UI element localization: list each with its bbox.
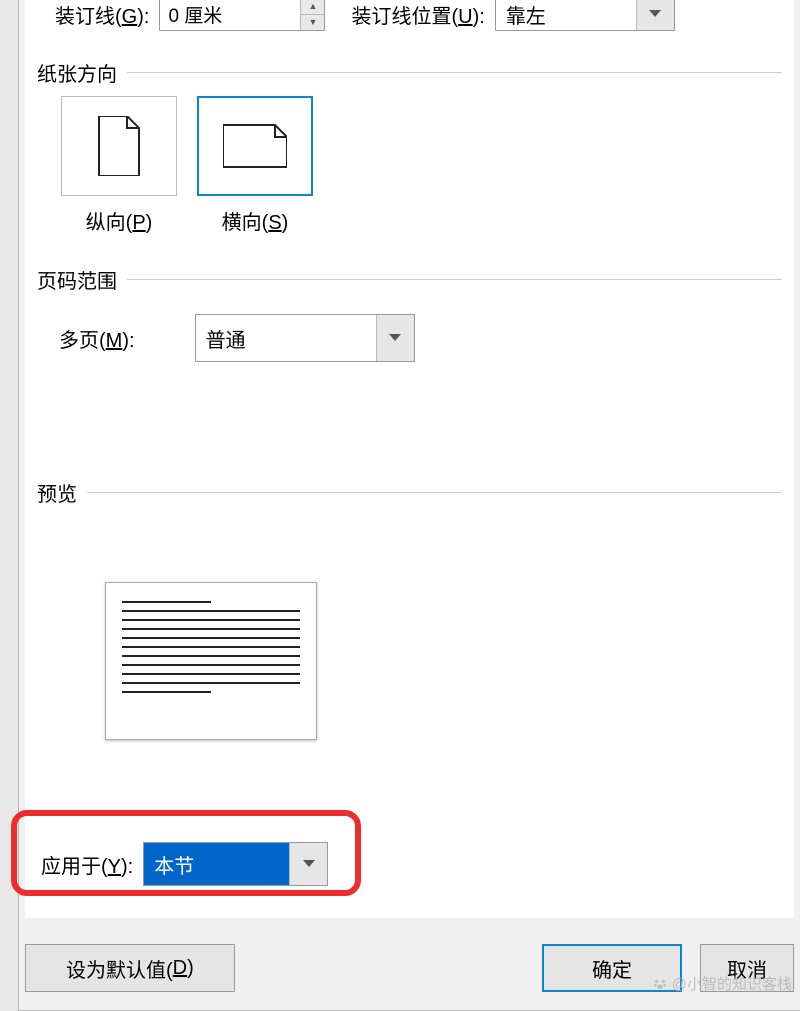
set-default-button[interactable]: 设为默认值(D) — [25, 944, 235, 992]
apply-to-combo[interactable]: 本节 — [143, 842, 328, 886]
gutter-input[interactable] — [160, 0, 300, 30]
divider — [127, 72, 782, 73]
preview-line — [122, 619, 300, 621]
ok-button[interactable]: 确定 — [542, 944, 682, 992]
apply-to-value: 本节 — [144, 843, 289, 885]
gutter-position-label: 装订线位置(U): — [351, 0, 484, 29]
multi-page-label: 多页(M): — [59, 324, 135, 353]
preview-line — [122, 682, 300, 684]
page-setup-dialog: 装订线(G): ▲ ▼ 装订线位置(U): 靠左 纸张方向 — [18, 0, 800, 1011]
gutter-position-value: 靠左 — [496, 0, 636, 30]
landscape-icon — [197, 96, 313, 196]
orientation-portrait[interactable]: 纵向(P) — [61, 96, 177, 235]
gutter-position-combo[interactable]: 靠左 — [495, 0, 675, 31]
divider — [87, 492, 782, 493]
apply-to-label: 应用于(Y): — [41, 850, 133, 879]
dialog-content: 装订线(G): ▲ ▼ 装订线位置(U): 靠左 纸张方向 — [25, 0, 794, 918]
multi-page-row: 多页(M): 普通 — [59, 314, 415, 362]
page-preview — [105, 582, 317, 740]
spinner-up-icon[interactable]: ▲ — [300, 0, 324, 14]
preview-line — [122, 628, 300, 630]
preview-line — [122, 655, 300, 657]
preview-section-header: 预览 — [37, 478, 782, 507]
chevron-down-icon[interactable] — [376, 315, 414, 361]
page-range-title: 页码范围 — [37, 265, 117, 294]
chevron-down-icon[interactable] — [289, 843, 327, 885]
preview-line — [122, 664, 300, 666]
page-range-section-header: 页码范围 — [37, 265, 782, 294]
orientation-landscape[interactable]: 横向(S) — [197, 96, 313, 235]
multi-page-combo[interactable]: 普通 — [195, 314, 415, 362]
preview-line — [122, 610, 300, 612]
preview-title: 预览 — [37, 478, 77, 507]
portrait-icon — [61, 96, 177, 196]
spinner-down-icon[interactable]: ▼ — [300, 14, 324, 31]
divider — [127, 279, 782, 280]
multi-page-value: 普通 — [196, 315, 376, 361]
landscape-label: 横向(S) — [222, 206, 289, 235]
portrait-label: 纵向(P) — [86, 206, 153, 235]
orientation-section-header: 纸张方向 — [37, 58, 782, 87]
gutter-spinner[interactable]: ▲ ▼ — [159, 0, 325, 31]
preview-line — [122, 691, 211, 693]
cancel-button[interactable]: 取消 — [700, 944, 794, 992]
orientation-options: 纵向(P) 横向(S) — [61, 96, 313, 235]
orientation-title: 纸张方向 — [37, 58, 117, 87]
gutter-row: 装订线(G): ▲ ▼ 装订线位置(U): 靠左 — [25, 0, 794, 36]
preview-line — [122, 601, 211, 603]
preview-line — [122, 646, 300, 648]
apply-to-row: 应用于(Y): 本节 — [41, 842, 328, 886]
chevron-down-icon[interactable] — [636, 0, 674, 30]
gutter-label: 装订线(G): — [55, 0, 149, 29]
preview-line — [122, 637, 300, 639]
preview-line — [122, 673, 300, 675]
gutter-spin-buttons[interactable]: ▲ ▼ — [300, 0, 324, 30]
dialog-button-row: 设为默认值(D) 确定 取消 — [25, 944, 794, 992]
